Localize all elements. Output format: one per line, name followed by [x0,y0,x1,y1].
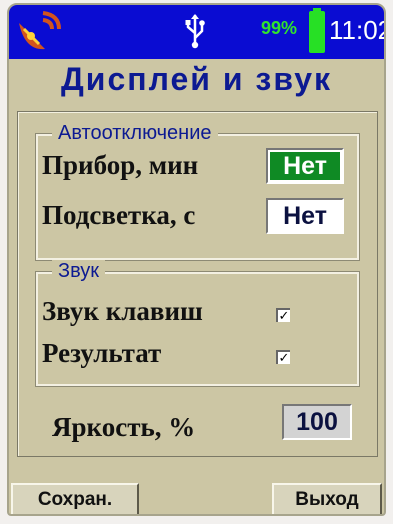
satellite-dish-icon [19,11,61,50]
brightness-value[interactable]: 100 [282,404,352,440]
device-off-value[interactable]: Нет [266,148,344,184]
sound-legend: Звук [52,260,106,283]
auto-off-legend: Автоотключение [52,122,218,145]
page-title: Дисплей и звук [60,61,332,97]
exit-button[interactable]: Выход [272,483,382,514]
result-sound-checkbox[interactable]: ✓ [276,350,290,364]
sound-group: Звук Звук клавиш ✓ Результат ✓ [36,260,359,386]
usb-icon [185,14,205,49]
status-bar: 99% 11:02 [9,5,384,59]
device-screen: 99% 11:02 Дисплей и звук Автоотключение … [7,3,386,516]
brightness-label: Яркость, % [52,412,196,442]
settings-panel: Автоотключение Прибор, мин Нет Подсветка… [17,111,378,457]
device-off-label: Прибор, мин [42,150,199,180]
save-button[interactable]: Сохран. [11,483,139,514]
result-sound-label: Результат [42,338,162,368]
battery-icon [309,8,325,53]
key-sound-checkbox[interactable]: ✓ [276,308,290,322]
auto-off-group: Автоотключение Прибор, мин Нет Подсветка… [36,122,359,260]
backlight-off-value[interactable]: Нет [266,198,344,234]
clock: 11:02 [329,15,386,45]
backlight-off-label: Подсветка, с [42,200,196,230]
battery-percent: 99% [261,18,298,38]
key-sound-label: Звук клавиш [42,296,203,326]
